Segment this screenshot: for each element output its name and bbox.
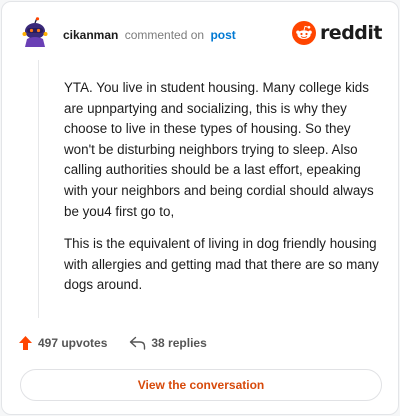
comment-header: cikanman commented on post reddit — [2, 2, 398, 66]
upvotes-count[interactable]: 497 upvotes — [18, 335, 107, 351]
comment-embed-card: cikanman commented on post reddit YTA. Y… — [1, 1, 399, 415]
username-link[interactable]: cikanman — [63, 28, 118, 42]
commented-on-text: commented on — [124, 28, 205, 42]
reply-arrow-icon — [130, 336, 146, 350]
comment-meta: cikanman commented on post — [63, 28, 236, 42]
view-conversation-button[interactable]: View the conversation — [20, 369, 382, 401]
reddit-wordmark: reddit — [319, 22, 383, 44]
replies-label: 38 replies — [151, 336, 207, 350]
reddit-logo[interactable]: reddit — [291, 21, 383, 45]
reddit-alien-icon — [291, 21, 316, 45]
upvotes-label: 497 upvotes — [38, 336, 108, 350]
comment-paragraph: YTA. You live in student housing. Many c… — [64, 80, 374, 219]
snoo-avatar-icon[interactable] — [22, 17, 48, 47]
thread-line — [38, 60, 39, 318]
comment-actions: 497 upvotes 38 replies — [18, 335, 207, 351]
replies-count[interactable]: 38 replies — [129, 336, 207, 350]
comment-paragraph: This is the equivalent of living in dog … — [64, 236, 379, 293]
upvote-arrow-icon — [19, 336, 32, 350]
comment-body: YTA. You live in student housing. Many c… — [64, 78, 384, 308]
post-link[interactable]: post — [210, 28, 235, 42]
